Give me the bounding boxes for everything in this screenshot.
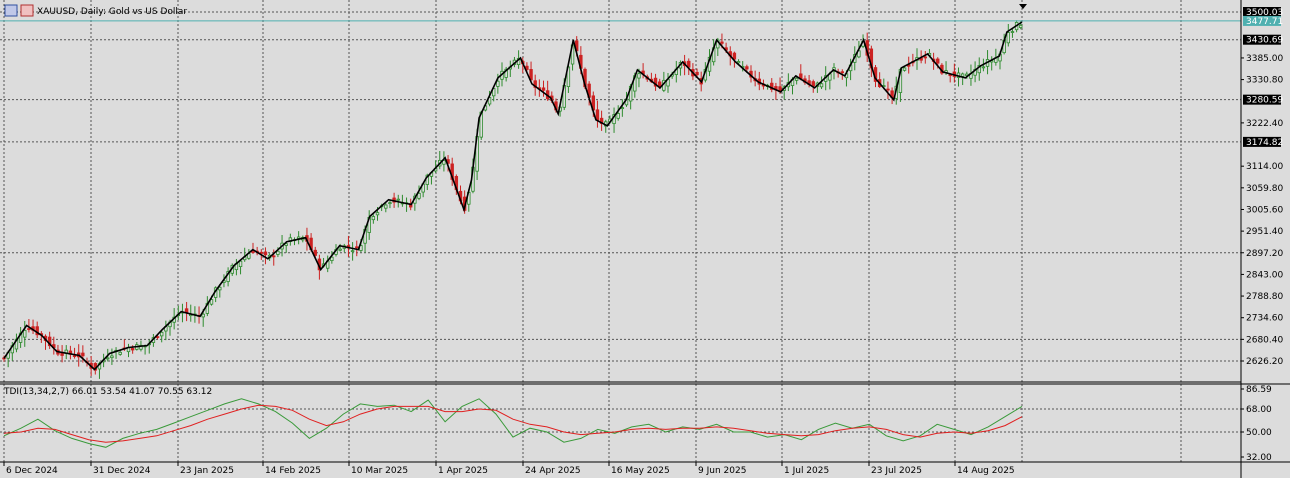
ind-y-tick-label: 86.59 [1246,385,1272,395]
x-tick-label: 14 Feb 2025 [265,466,321,476]
y-tick-label: 3005.60 [1246,205,1283,215]
level-price-label: 3174.82 [1243,136,1283,148]
level-price-label: 3430.69 [1243,34,1283,46]
svg-text:3280.59: 3280.59 [1246,96,1283,106]
ind-y-tick-label: 50.00 [1246,428,1272,438]
indicator-title: TDI(13,34,2,7) 66.01 53.54 41.07 70.55 6… [3,387,212,397]
y-tick-label: 2843.00 [1246,270,1283,280]
level-price-label: 3280.59 [1243,94,1283,106]
x-tick-label: 10 Mar 2025 [351,466,408,476]
y-tick-label: 2626.20 [1246,357,1283,367]
x-tick-label: 1 Jul 2025 [784,466,829,476]
y-tick-label: 2951.40 [1246,227,1283,237]
svg-text:3430.69: 3430.69 [1246,36,1283,46]
x-tick-label: 31 Dec 2024 [93,466,151,476]
x-tick-label: 23 Jul 2025 [871,466,922,476]
y-tick-label: 2734.60 [1246,314,1283,324]
x-tick-label: 6 Dec 2024 [6,466,58,476]
y-tick-label: 3330.80 [1246,76,1283,86]
x-tick-label: 9 Jun 2025 [698,466,746,476]
y-tick-label: 3222.40 [1246,119,1283,129]
y-tick-label: 3059.80 [1246,184,1283,194]
x-tick-label: 1 Apr 2025 [438,466,488,476]
ind-y-tick-label: 32.00 [1246,453,1272,463]
x-tick-label: 23 Jan 2025 [180,466,234,476]
chart-type-icon-2[interactable] [20,4,34,17]
svg-text:3477.71: 3477.71 [1246,17,1283,27]
chart-type-icon[interactable] [4,4,18,17]
y-tick-label: 3114.00 [1246,162,1283,172]
chart-background [0,0,1290,478]
chart-window: 3385.00 3330.80 3222.40 3114.00 3059.80 3005.… [0,0,1290,478]
symbol-title: XAUUSD, Daily: Gold vs US Dollar [37,7,187,17]
y-tick-label: 2788.80 [1246,292,1283,302]
y-tick-label: 2680.40 [1246,335,1283,345]
y-tick-label: 3385.00 [1246,54,1283,64]
svg-text:3174.82: 3174.82 [1246,138,1283,148]
price-chart-svg[interactable]: 3385.00 3330.80 3222.40 3114.00 3059.80 3005.… [0,0,1290,478]
x-tick-label: 24 Apr 2025 [525,466,581,476]
x-tick-label: 16 May 2025 [611,466,670,476]
y-tick-label: 2897.20 [1246,249,1283,259]
x-tick-label: 14 Aug 2025 [957,466,1015,476]
ind-y-tick-label: 68.00 [1246,405,1272,415]
current-price-label: 3477.71 [1243,15,1283,27]
symbol-header: XAUUSD, Daily: Gold vs US Dollar [4,4,187,17]
